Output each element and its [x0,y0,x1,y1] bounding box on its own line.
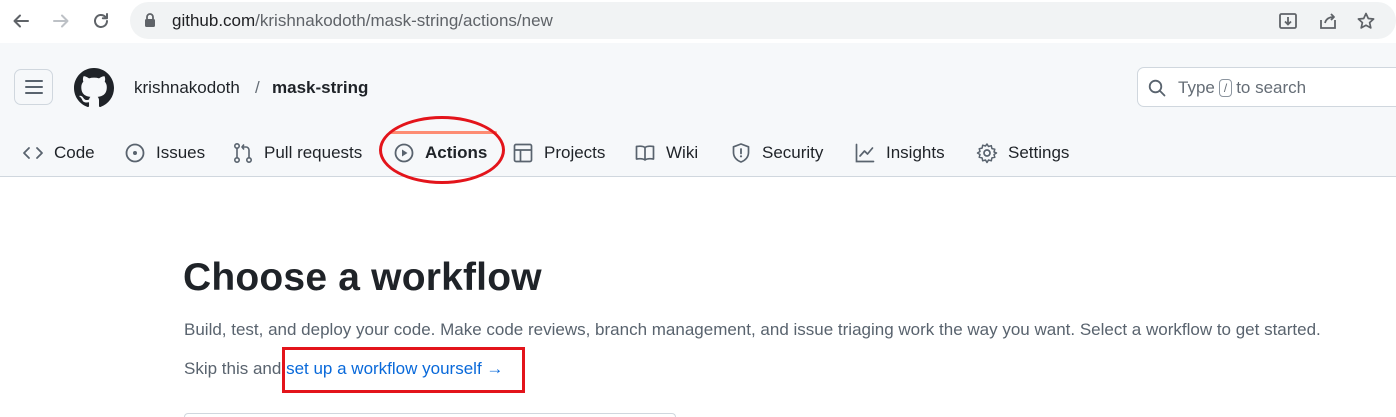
tab-pull-requests[interactable]: Pull requests [232,129,362,177]
search-icon [1148,79,1166,102]
tab-insights[interactable]: Insights [854,129,945,177]
tab-issues[interactable]: Issues [124,129,205,177]
github-logo-icon[interactable] [74,68,114,108]
code-icon [22,142,44,164]
address-bar[interactable]: github.com/krishnakodoth/mask-string/act… [130,2,1396,39]
install-icon[interactable] [1278,11,1298,31]
graph-icon [854,142,876,164]
shield-icon [730,142,752,164]
breadcrumb-owner[interactable]: krishnakodoth [134,78,240,98]
search-placeholder: Type / to search [1178,78,1307,97]
lock-icon[interactable] [144,13,156,33]
repo-header: krishnakodoth / mask-string Type / to se… [0,43,1396,177]
search-shortcut-key: / [1218,79,1233,97]
tab-code[interactable]: Code [22,129,95,177]
search-input[interactable]: Type / to search [1137,67,1396,107]
annotation-rectangle [282,347,525,393]
page-title: Choose a workflow [183,256,542,299]
hamburger-icon [24,80,43,94]
hamburger-menu-button[interactable] [14,69,53,105]
annotation-ellipse [379,116,505,184]
breadcrumb-repo[interactable]: mask-string [272,78,368,98]
table-icon [512,142,534,164]
book-icon [634,142,656,164]
tab-settings[interactable]: Settings [976,129,1069,177]
issue-circle-icon [124,142,146,164]
search-workflows-box[interactable] [184,413,676,417]
tab-security[interactable]: Security [730,129,823,177]
page-description: Build, test, and deploy your code. Make … [184,320,1321,339]
repo-nav-tabs: Code Issues Pull requests Actions Projec… [0,129,1396,177]
browser-toolbar: github.com/krishnakodoth/mask-string/act… [0,0,1396,43]
reload-icon[interactable] [88,8,114,34]
breadcrumb-separator: / [255,78,260,97]
gear-icon [976,142,998,164]
tab-projects[interactable]: Projects [512,129,605,177]
share-icon[interactable] [1318,11,1338,31]
pull-request-icon [232,142,254,164]
tab-wiki[interactable]: Wiki [634,129,698,177]
url-text: github.com/krishnakodoth/mask-string/act… [172,11,553,30]
forward-arrow-icon[interactable] [48,8,74,34]
bookmark-star-icon[interactable] [1356,11,1376,31]
back-arrow-icon[interactable] [8,8,34,34]
